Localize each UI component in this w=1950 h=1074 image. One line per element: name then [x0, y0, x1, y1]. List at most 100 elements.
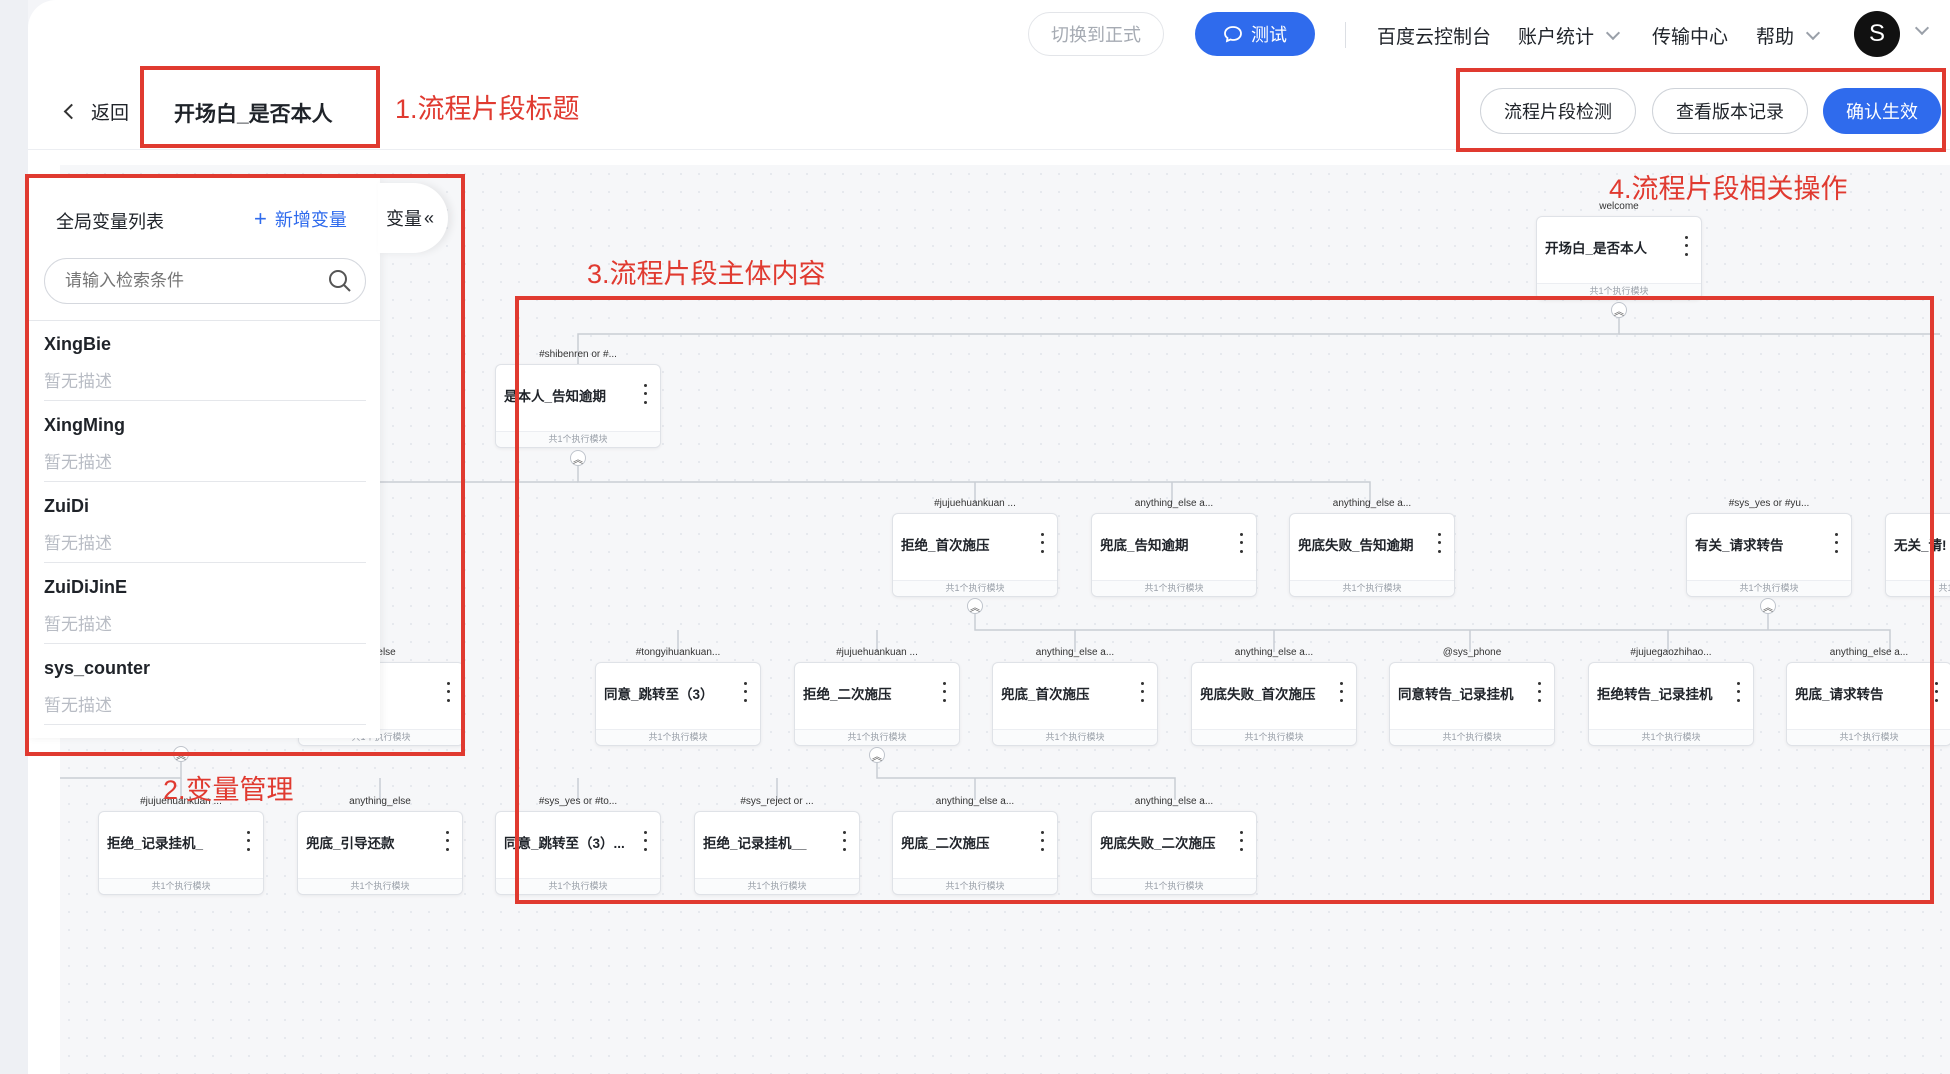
- flow-node[interactable]: anything_else a... 兜底失败_首次施压 共1个执行模块: [1191, 647, 1357, 746]
- collapse-up-icon[interactable]: ︽: [1611, 302, 1627, 318]
- flow-node[interactable]: #sub无关_请!共1个执行模块: [1885, 513, 1950, 597]
- more-vertical-icon[interactable]: [638, 828, 652, 854]
- confirm-publish-button[interactable]: 确认生效: [1823, 88, 1941, 134]
- more-vertical-icon[interactable]: [1829, 530, 1843, 556]
- test-button[interactable]: 测试: [1195, 12, 1315, 56]
- variable-description: 暂无描述: [44, 372, 112, 391]
- node-footer: 共1个执行模块: [1537, 283, 1701, 299]
- node-title: 兜底_二次施压: [901, 836, 990, 851]
- flow-node[interactable]: #jujuehuankuan ... 拒绝_记录挂机_ 共1个执行模块: [98, 796, 264, 895]
- user-avatar[interactable]: S: [1854, 11, 1900, 57]
- more-vertical-icon[interactable]: [738, 679, 752, 705]
- flow-node[interactable]: anything_else a... 兜底_告知逾期 共1个执行模块: [1091, 498, 1257, 597]
- variable-tab[interactable]: 变量 «: [378, 183, 448, 253]
- node-condition: anything_else a...: [935, 796, 1015, 807]
- more-vertical-icon[interactable]: [638, 381, 652, 407]
- app-root: 切换到正式 测试 百度云控制台 账户统计 传输中心 帮助 S 返回 开场白_是否…: [0, 0, 1950, 1074]
- node-condition: #sys_yes or #to...: [538, 796, 618, 807]
- collapse-up-icon[interactable]: ︽: [570, 450, 586, 466]
- collapse-up-icon[interactable]: ︽: [967, 598, 983, 614]
- node-condition: anything_else a...: [1134, 796, 1214, 807]
- variable-item[interactable]: ZuiDiJinE 暂无描述: [44, 564, 366, 644]
- collapse-up-icon[interactable]: ︽: [1760, 598, 1776, 614]
- node-condition: @sys_phone: [1442, 647, 1502, 658]
- variable-item[interactable]: ZuiDi 暂无描述: [44, 483, 366, 563]
- fragment-check-label: 流程片段检测: [1504, 102, 1612, 122]
- add-variable-button[interactable]: + 新增变量: [254, 206, 347, 232]
- flow-node[interactable]: #shibenren or #... 是本人_告知逾期 共1个执行模块: [495, 349, 661, 448]
- flow-node[interactable]: anything_else 兜底_引导还款 共1个执行模块: [297, 796, 463, 895]
- search-input[interactable]: [65, 267, 305, 295]
- back-button[interactable]: 返回: [63, 98, 129, 125]
- search-box[interactable]: [44, 258, 366, 304]
- variable-item[interactable]: sys_counter 暂无描述: [44, 645, 366, 725]
- more-vertical-icon[interactable]: [937, 679, 951, 705]
- variable-panel-title: 全局变量列表: [56, 212, 164, 232]
- more-vertical-icon[interactable]: [1234, 828, 1248, 854]
- flow-node[interactable]: #jujuegaozhihao... 拒绝转告_记录挂机 共1个执行模块: [1588, 647, 1754, 746]
- more-vertical-icon[interactable]: [1929, 679, 1943, 705]
- more-vertical-icon[interactable]: [440, 828, 454, 854]
- variable-name: sys_counter: [44, 658, 151, 678]
- flow-node[interactable]: @sys_phone 同意转告_记录挂机 共1个执行模块: [1389, 647, 1555, 746]
- node-title: 有关_请求转告: [1695, 538, 1784, 553]
- flow-node[interactable]: welcome 开场白_是否本人 共1个执行模块: [1536, 201, 1702, 300]
- flow-node[interactable]: #tongyihuankuan... 同意_跳转至（3） 共1个执行模块: [595, 647, 761, 746]
- collapse-up-icon[interactable]: ︽: [173, 746, 189, 762]
- node-footer: 共1个执行模块: [695, 878, 859, 894]
- switch-to-production-button[interactable]: 切换到正式: [1028, 12, 1164, 56]
- switch-label: 切换到正式: [1051, 25, 1141, 45]
- collapse-up-icon[interactable]: ︽: [869, 747, 885, 763]
- more-vertical-icon[interactable]: [241, 828, 255, 854]
- flow-node[interactable]: anything_else a... 兜底失败_二次施压 共1个执行模块: [1091, 796, 1257, 895]
- flow-node[interactable]: anything_else a... 兜底_二次施压 共1个执行模块: [892, 796, 1058, 895]
- variable-item[interactable]: XingMing 暂无描述: [44, 402, 366, 482]
- flow-node[interactable]: #jujuehuankuan ... 拒绝_首次施压 共1个执行模块: [892, 498, 1058, 597]
- more-vertical-icon[interactable]: [1035, 828, 1049, 854]
- node-footer: 共1个执行模块: [1192, 729, 1356, 745]
- avatar-letter: S: [1868, 20, 1885, 47]
- variable-description: 暂无描述: [44, 615, 112, 634]
- search-icon[interactable]: [327, 268, 353, 294]
- variable-item[interactable]: XingBie 暂无描述: [44, 321, 366, 401]
- more-vertical-icon[interactable]: [1035, 530, 1049, 556]
- more-vertical-icon[interactable]: [1334, 679, 1348, 705]
- variable-name: ZuiDi: [44, 496, 89, 516]
- node-condition: anything_else a...: [1234, 647, 1314, 658]
- flow-node[interactable]: anything_else a... 兜底_首次施压 共1个执行模块: [992, 647, 1158, 746]
- node-footer: 共1个执行模块: [993, 729, 1157, 745]
- nav-account-stats-label: 账户统计: [1518, 27, 1595, 48]
- more-vertical-icon[interactable]: [837, 828, 851, 854]
- flow-node[interactable]: anything_else a... 兜底失败_告知逾期 共1个执行模块: [1289, 498, 1455, 597]
- more-vertical-icon[interactable]: [1234, 530, 1248, 556]
- more-vertical-icon[interactable]: [1432, 530, 1446, 556]
- nav-baidu-console[interactable]: 百度云控制台: [1377, 22, 1491, 49]
- flow-node[interactable]: anything_else a... 兜底_请求转告 共1个执行模块: [1786, 647, 1950, 746]
- flow-node[interactable]: #sys_reject or ... 拒绝_记录挂机__ 共1个执行模块: [694, 796, 860, 895]
- more-vertical-icon[interactable]: [1731, 679, 1745, 705]
- node-title: 兜底失败_告知逾期: [1298, 538, 1414, 553]
- nav-transfer-center[interactable]: 传输中心: [1652, 22, 1728, 49]
- node-condition: #jujuehuankuan ...: [934, 498, 1016, 509]
- node-condition: anything_else a...: [1134, 498, 1214, 509]
- variable-description: 暂无描述: [44, 534, 112, 553]
- node-title: 拒绝_二次施压: [803, 687, 892, 702]
- version-history-button[interactable]: 查看版本记录: [1652, 88, 1808, 134]
- version-history-label: 查看版本记录: [1676, 102, 1784, 122]
- node-condition: #jujuehuankuan ...: [836, 647, 918, 658]
- flow-node[interactable]: #jujuehuankuan ... 拒绝_二次施压 共1个执行模块: [794, 647, 960, 746]
- more-vertical-icon[interactable]: [1679, 233, 1693, 259]
- flow-node[interactable]: #sys_yes or #yu... 有关_请求转告 共1个执行模块: [1686, 498, 1852, 597]
- add-variable-label: 新增变量: [274, 210, 347, 230]
- nav-account-stats[interactable]: 账户统计: [1518, 22, 1621, 49]
- more-vertical-icon[interactable]: [1532, 679, 1546, 705]
- nav-help[interactable]: 帮助: [1756, 22, 1821, 49]
- node-title: 兜底_引导还款: [306, 836, 395, 851]
- plus-icon: +: [254, 206, 267, 231]
- more-vertical-icon[interactable]: [1135, 679, 1149, 705]
- chat-icon: [1224, 26, 1242, 43]
- more-vertical-icon[interactable]: [441, 679, 455, 705]
- fragment-check-button[interactable]: 流程片段检测: [1480, 88, 1636, 134]
- flow-node[interactable]: #sys_yes or #to... 同意_跳转至（3）... 共1个执行模块: [495, 796, 661, 895]
- node-title: 拒绝_记录挂机_: [107, 836, 204, 851]
